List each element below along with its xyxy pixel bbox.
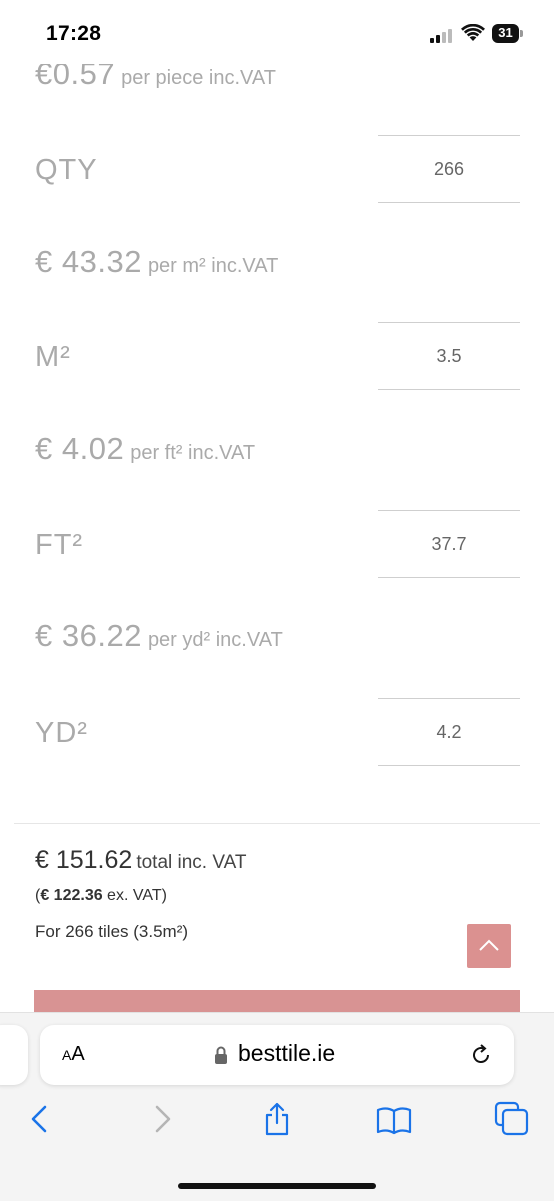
reload-icon[interactable]	[469, 1043, 493, 1067]
price-amount: € 36.22	[35, 618, 142, 653]
ex-vat-label: ex. VAT)	[102, 887, 167, 904]
price-unit: per piece inc.VAT	[121, 67, 276, 89]
price-unit: per yd² inc.VAT	[147, 629, 283, 651]
ft2-input[interactable]: 37.7	[378, 510, 520, 578]
browser-toolbar: AA besttile.ie	[0, 1012, 554, 1201]
price-per-ft2: € 4.02 per ft² inc.VAT	[35, 431, 255, 467]
m2-input[interactable]: 3.5	[378, 322, 520, 390]
bookmarks-icon[interactable]	[376, 1101, 412, 1137]
price-amount: € 43.32	[35, 244, 142, 279]
status-bar: 17:28 31	[0, 0, 554, 64]
aa-large: A	[71, 1043, 85, 1065]
price-amount: € 4.02	[35, 431, 125, 466]
total-amount: € 151.62	[35, 846, 133, 874]
ex-vat-amount: € 122.36	[40, 887, 103, 904]
lock-icon	[215, 1046, 227, 1064]
home-indicator	[178, 1183, 376, 1189]
tiles-summary: For 266 tiles (3.5m²)	[35, 922, 189, 941]
back-arrow-icon[interactable]	[22, 1101, 58, 1137]
previous-tab-preview[interactable]	[0, 1025, 28, 1085]
share-icon[interactable]	[259, 1101, 295, 1137]
clock: 17:28	[46, 22, 102, 45]
divider	[14, 823, 540, 824]
price-unit: per ft² inc.VAT	[130, 442, 256, 464]
reader-settings-button[interactable]: AA	[62, 1043, 85, 1066]
total-price: € 151.62 total inc. VAT	[35, 846, 247, 875]
ft2-label: FT²	[35, 529, 84, 561]
address-bar[interactable]: AA besttile.ie	[40, 1025, 514, 1085]
yd2-label: YD²	[35, 717, 88, 749]
qty-input[interactable]: 266	[378, 135, 520, 203]
total-label: total inc. VAT	[136, 852, 247, 873]
battery-icon: 31	[492, 24, 523, 43]
back-to-top-button[interactable]	[467, 924, 511, 968]
chevron-up-icon	[479, 939, 499, 951]
price-unit: per m² inc.VAT	[147, 255, 279, 277]
yd2-input[interactable]: 4.2	[378, 698, 520, 766]
ex-vat-price: (€ 122.36 ex. VAT)	[35, 887, 167, 905]
price-per-yd2: € 36.22 per yd² inc.VAT	[35, 618, 283, 654]
cellular-signal-icon	[430, 27, 456, 43]
price-per-m2: € 43.32 per m² inc.VAT	[35, 244, 278, 280]
tabs-icon[interactable]	[494, 1101, 530, 1137]
qty-label: QTY	[35, 154, 98, 186]
forward-arrow-icon[interactable]	[144, 1101, 180, 1137]
url-text: besttile.ie	[238, 1040, 336, 1066]
battery-percent: 31	[498, 25, 513, 40]
m2-label: M²	[35, 341, 71, 373]
aa-small: A	[62, 1047, 72, 1063]
wifi-icon	[461, 24, 485, 41]
